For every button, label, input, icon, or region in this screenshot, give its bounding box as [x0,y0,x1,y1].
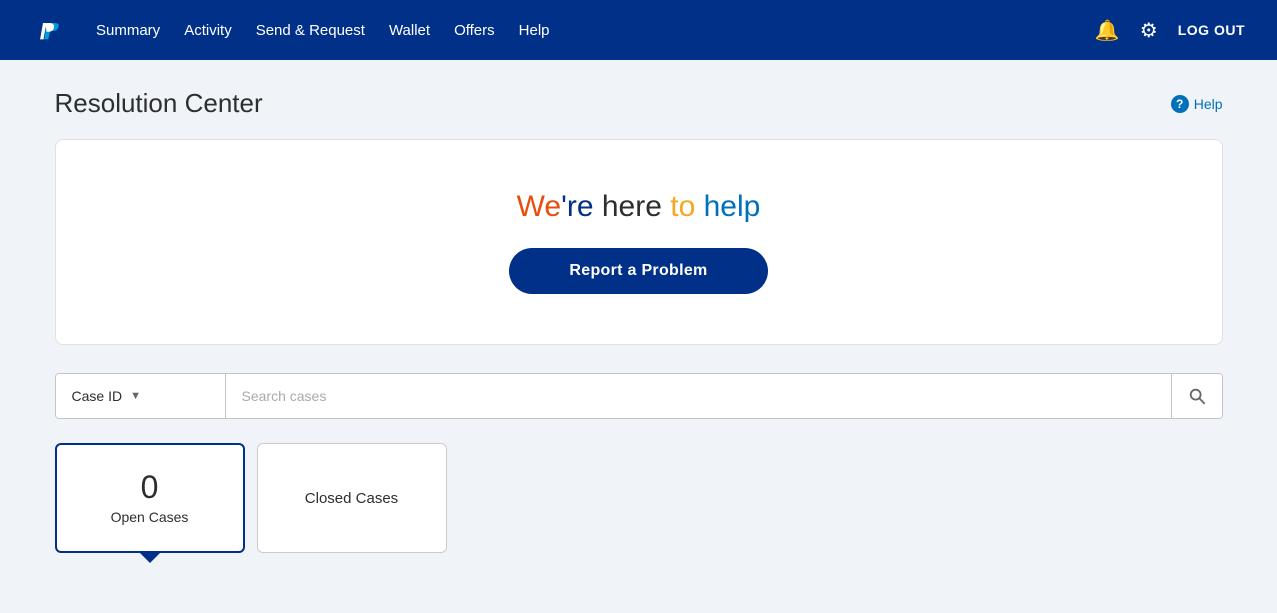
help-link[interactable]: ? Help [1171,95,1223,113]
nav-wallet[interactable]: Wallet [389,18,430,43]
report-problem-button[interactable]: Report a Problem [509,248,767,294]
nav-summary[interactable]: Summary [96,18,160,43]
nav-offers[interactable]: Offers [454,18,495,43]
nav-links: Summary Activity Send & Request Wallet O… [96,18,1067,43]
closed-cases-label: Closed Cases [305,490,398,507]
dropdown-label: Case ID [72,388,123,404]
search-icon [1188,387,1206,405]
nav-help[interactable]: Help [519,18,550,43]
search-input[interactable] [226,374,1171,418]
navbar: Summary Activity Send & Request Wallet O… [0,0,1277,60]
page-title: Resolution Center [55,88,263,119]
page-content: Resolution Center ? Help We're here to h… [39,60,1239,553]
page-header: Resolution Center ? Help [55,88,1223,119]
closed-cases-tab[interactable]: Closed Cases [257,443,447,553]
hero-title-to: to [670,190,703,223]
hero-title-here: here [602,190,670,223]
search-button[interactable] [1171,374,1222,418]
hero-card: We're here to help Report a Problem [55,139,1223,345]
open-cases-tab[interactable]: 0 Open Cases [55,443,245,553]
search-bar: Case ID ▼ [55,373,1223,419]
help-link-label: Help [1194,96,1223,112]
paypal-logo[interactable] [32,12,68,48]
nav-right: 🔔 ⚙ LOG OUT [1095,18,1245,43]
open-cases-count: 0 [141,471,159,503]
open-cases-label: Open Cases [111,509,189,525]
nav-activity[interactable]: Activity [184,18,232,43]
help-circle-icon: ? [1171,95,1189,113]
gear-icon[interactable]: ⚙ [1140,18,1158,43]
hero-title: We're here to help [517,190,761,224]
logout-button[interactable]: LOG OUT [1178,22,1245,38]
chevron-down-icon: ▼ [130,390,141,402]
case-id-dropdown[interactable]: Case ID ▼ [56,374,226,418]
case-tabs: 0 Open Cases Closed Cases [55,443,1223,553]
nav-send-request[interactable]: Send & Request [256,18,365,43]
hero-title-re: 're [561,190,593,223]
hero-title-help: help [704,190,761,223]
hero-title-we: We [517,190,561,223]
bell-icon[interactable]: 🔔 [1095,18,1120,43]
